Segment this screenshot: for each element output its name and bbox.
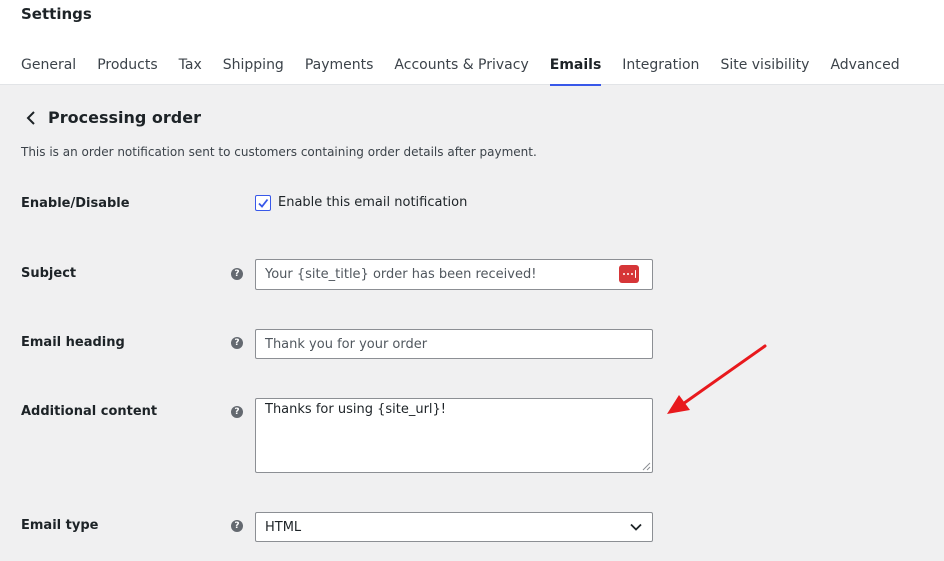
annotation-arrow-icon [667,344,767,414]
additional-content-label: Additional content [21,404,158,419]
top-bar: Settings General Products Tax Shipping Payme… [0,0,944,86]
page-title: Processing order [48,108,201,127]
tab-shipping[interactable]: Shipping [223,57,284,86]
tab-integration[interactable]: Integration [622,57,699,86]
enable-email-checkbox-label: Enable this email notification [278,195,468,210]
subject-label: Subject [21,266,77,281]
help-icon[interactable]: ? [231,268,243,280]
help-icon[interactable]: ? [231,520,243,532]
tab-advanced[interactable]: Advanced [830,57,899,86]
tab-accounts-privacy[interactable]: Accounts & Privacy [394,57,528,86]
tab-emails[interactable]: Emails [549,57,601,86]
email-heading-input[interactable]: Thank you for your order [255,329,653,359]
settings-tabs: General Products Tax Shipping Payments Accoun… [21,54,921,86]
resize-handle-icon[interactable] [642,462,651,471]
enable-email-checkbox[interactable] [255,195,271,211]
subject-input-placeholder: Your {site_title} order has been receive… [265,267,537,282]
email-type-label: Email type [21,518,99,533]
tab-general[interactable]: General [21,57,76,86]
tab-payments[interactable]: Payments [305,57,374,86]
additional-content-textarea[interactable]: Thanks for using {site_url}! [255,398,653,473]
tab-products[interactable]: Products [97,57,157,86]
tab-tax[interactable]: Tax [179,57,202,86]
additional-content-value: Thanks for using {site_url}! [265,402,447,417]
email-type-selected: HTML [265,520,302,535]
enable-disable-label: Enable/Disable [21,196,130,211]
email-heading-label: Email heading [21,335,125,350]
chevron-left-icon [26,111,35,125]
app-title: Settings [21,5,92,23]
page-description: This is an order notification sent to cu… [21,145,537,159]
chevron-down-icon [630,523,642,531]
checkmark-icon [258,198,269,208]
password-manager-icon[interactable] [619,265,639,283]
subject-input[interactable]: Your {site_title} order has been receive… [255,259,653,290]
back-button[interactable] [20,106,42,130]
tab-site-visibility[interactable]: Site visibility [720,57,809,86]
email-type-select[interactable]: HTML [255,512,653,542]
help-icon[interactable]: ? [231,337,243,349]
email-heading-input-placeholder: Thank you for your order [265,337,428,352]
help-icon[interactable]: ? [231,406,243,418]
